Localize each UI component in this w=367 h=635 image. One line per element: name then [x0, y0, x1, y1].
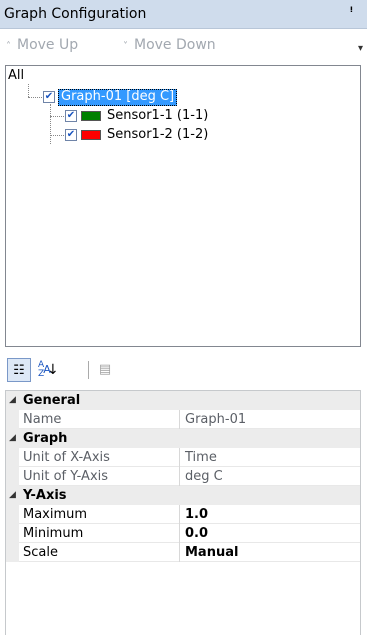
property-pages-button[interactable]: ▤ — [93, 358, 117, 382]
category-name: Graph — [23, 431, 68, 446]
move-up-button[interactable]: ˄ Move Up — [6, 37, 78, 53]
sensor-label: Sensor1-1 (1-1) — [107, 108, 209, 123]
panel-title: Graph Configuration — [4, 6, 147, 22]
tree-node-sensor[interactable]: ✔ Sensor1-1 (1-1) — [65, 108, 285, 124]
move-up-label: Move Up — [17, 37, 79, 53]
property-name: Minimum — [23, 526, 84, 541]
property-value[interactable]: Manual — [185, 543, 238, 562]
move-down-label: Move Down — [134, 37, 216, 53]
row-gutter — [6, 543, 19, 562]
sensor-color-swatch — [81, 130, 101, 140]
collapse-triangle-icon[interactable]: ◢ — [9, 429, 16, 448]
column-separator — [179, 505, 180, 524]
graph-tree[interactable]: All ✔ Graph-01 [deg C] ✔ Sensor1-1 (1-1)… — [5, 65, 361, 347]
tree-connector — [28, 84, 29, 97]
property-pages-icon: ▤ — [98, 362, 112, 377]
property-name: Unit of X-Axis — [23, 450, 110, 465]
property-value: Graph-01 — [185, 412, 247, 427]
column-separator — [179, 410, 180, 429]
categorized-view-button[interactable]: ☷ — [7, 358, 31, 382]
property-row-unit-y[interactable]: Unit of Y-Axis deg C — [6, 467, 360, 486]
toolbar-separator — [88, 361, 89, 379]
graph-node-label: Graph-01 [deg C] — [58, 89, 178, 106]
row-gutter — [6, 448, 19, 467]
row-gutter — [6, 410, 19, 429]
property-row-minimum[interactable]: Minimum 0.0 — [6, 524, 360, 543]
sort-arrow-icon: ↓ — [47, 362, 59, 378]
property-name: Maximum — [23, 507, 88, 522]
tree-connector — [50, 104, 51, 144]
category-y-axis[interactable]: ◢ Y-Axis — [6, 486, 360, 505]
tree-connector — [50, 116, 64, 117]
column-separator — [179, 467, 180, 486]
property-value: deg C — [185, 469, 223, 484]
property-name: Unit of Y-Axis — [23, 469, 109, 484]
property-name: Name — [23, 412, 62, 427]
category-name: General — [23, 393, 81, 408]
property-name: Scale — [23, 545, 58, 560]
toolbar-overflow-icon[interactable]: ▾ — [358, 43, 363, 54]
tree-node-sensor[interactable]: ✔ Sensor1-2 (1-2) — [65, 127, 285, 143]
property-row-unit-x[interactable]: Unit of X-Axis Time — [6, 448, 360, 467]
tree-connector — [28, 97, 42, 98]
property-grid: ◢ General Name Graph-01 ◢ Graph Unit of … — [5, 390, 361, 635]
tree-toolbar: ˄ Move Up ˅ Move Down ▾ — [0, 29, 367, 61]
column-separator — [179, 543, 180, 562]
sensor-color-swatch — [81, 111, 101, 121]
category-graph[interactable]: ◢ Graph — [6, 429, 360, 448]
move-down-button[interactable]: ˅ Move Down — [123, 37, 216, 53]
collapse-triangle-icon[interactable]: ◢ — [9, 391, 16, 410]
column-separator — [179, 524, 180, 543]
tree-root[interactable]: All — [8, 68, 24, 84]
chevron-down-icon: ˅ — [123, 41, 128, 52]
chevron-up-icon: ˄ — [6, 41, 11, 52]
property-row-scale[interactable]: Scale Manual — [6, 543, 360, 562]
row-gutter — [6, 505, 19, 524]
column-separator — [179, 448, 180, 467]
category-name: Y-Axis — [23, 488, 67, 503]
sensor-label: Sensor1-2 (1-2) — [107, 127, 209, 142]
property-value: Time — [185, 450, 217, 465]
category-general[interactable]: ◢ General — [6, 391, 360, 410]
sensor-checkbox[interactable]: ✔ — [65, 129, 77, 141]
sensor-checkbox[interactable]: ✔ — [65, 110, 77, 122]
property-grid-toolbar: ☷ A AZ ↓ ▤ — [5, 352, 361, 388]
property-row-maximum[interactable]: Maximum 1.0 — [6, 505, 360, 524]
property-value[interactable]: 1.0 — [185, 505, 208, 524]
row-gutter — [6, 524, 19, 543]
graph-checkbox[interactable]: ✔ — [43, 91, 55, 103]
categorized-icon: ☷ — [13, 363, 25, 378]
tree-root-label: All — [8, 68, 25, 83]
row-gutter — [6, 467, 19, 486]
collapse-triangle-icon[interactable]: ◢ — [9, 486, 16, 505]
tree-connector — [50, 135, 64, 136]
sort-az-letters-icon: AZ — [38, 360, 45, 379]
property-row-name[interactable]: Name Graph-01 — [6, 410, 360, 429]
tree-node-graph[interactable]: ✔ Graph-01 [deg C] — [43, 89, 243, 106]
panel-titlebar: Graph Configuration ᵎ — [0, 0, 367, 29]
pin-icon[interactable]: ᵎ — [350, 4, 353, 19]
property-value[interactable]: 0.0 — [185, 524, 208, 543]
